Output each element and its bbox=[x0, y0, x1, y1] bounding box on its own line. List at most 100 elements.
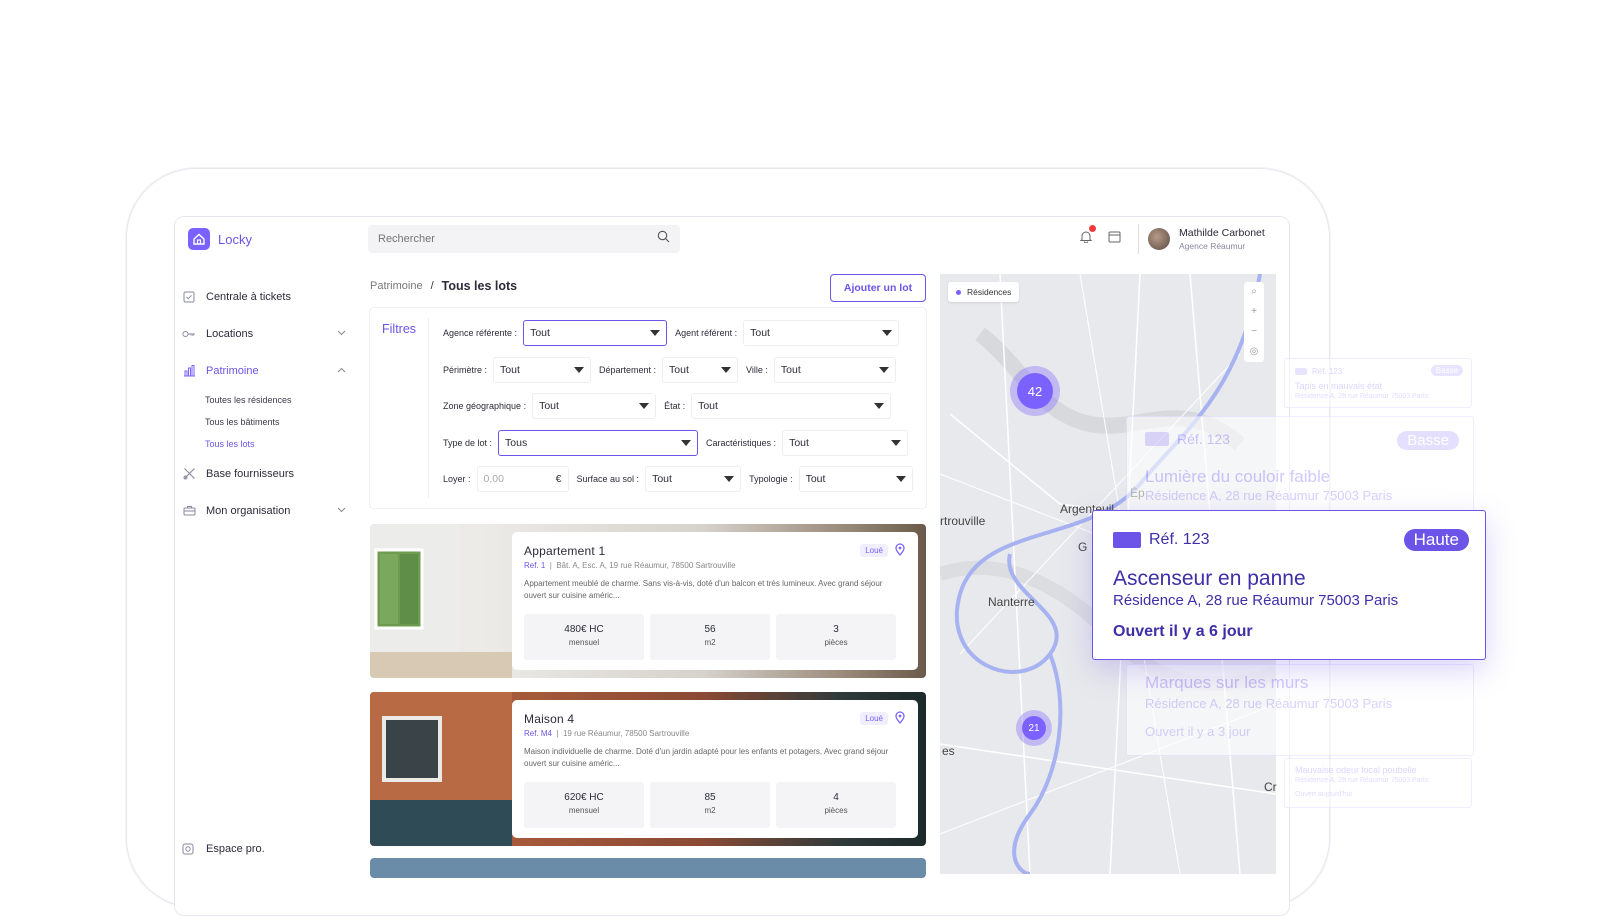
ville-value: Tout bbox=[780, 364, 801, 376]
typologie-value: Tout bbox=[805, 473, 826, 485]
lot-ref: Ref. 1 bbox=[524, 561, 546, 570]
etat-select[interactable]: Tout bbox=[691, 393, 892, 419]
surface-value: 56 bbox=[704, 624, 716, 635]
carac-value: Tout bbox=[789, 437, 809, 449]
submenu-lots[interactable]: Tous les lots bbox=[205, 433, 352, 455]
filter-row-5: Loyer : 0,00 € Surface au sol : Tout Typo… bbox=[443, 466, 921, 492]
bell-icon[interactable] bbox=[1079, 225, 1096, 248]
filter-row-3: Zone géographique : Tout État : Tout bbox=[443, 393, 899, 419]
filters-panel: Filtres Agence référente : Tout Agent ré… bbox=[370, 308, 926, 508]
map-label: Nanterre bbox=[988, 595, 1035, 609]
map-search-icon[interactable]: ⌕ bbox=[1251, 282, 1257, 302]
sidebar-item-organisation[interactable]: Mon organisation bbox=[182, 492, 352, 529]
sidebar-item-patrimoine[interactable]: Patrimoine bbox=[182, 352, 352, 389]
caret-down-icon bbox=[724, 476, 735, 482]
surface-unit: m2 bbox=[704, 806, 716, 815]
app-logo[interactable]: Locky bbox=[188, 228, 252, 250]
tools-icon bbox=[182, 467, 196, 481]
agence-select[interactable]: Tout bbox=[523, 320, 668, 346]
caret-down-icon bbox=[878, 367, 889, 373]
lot-card-partial bbox=[370, 858, 926, 878]
surface-select[interactable]: Tout bbox=[645, 466, 742, 492]
ticket-address: Résidence A, 28 rue Réaumur 75003 Paris bbox=[1145, 488, 1393, 503]
locate-icon[interactable]: ◎ bbox=[1250, 342, 1259, 362]
zone-select[interactable]: Tout bbox=[532, 393, 657, 419]
ticket-card-active[interactable]: Réf. 123 Haute Ascenseur en panne Réside… bbox=[1092, 510, 1486, 660]
filter-row-2: Périmètre : Tout Département : Tout Vill… bbox=[443, 357, 904, 383]
ticket-card[interactable]: Marques sur les murs Résidence A, 28 rue… bbox=[1126, 664, 1474, 756]
map-chip-label: Résidences bbox=[967, 287, 1012, 297]
map-cluster[interactable]: 42 bbox=[1010, 366, 1060, 416]
search-icon[interactable] bbox=[657, 230, 670, 248]
espace-pro-link[interactable]: Espace pro. bbox=[182, 843, 265, 855]
residence-dot-icon bbox=[956, 289, 961, 295]
calendar-icon[interactable] bbox=[1108, 230, 1121, 248]
rent-stat: 620€ HC mensuel bbox=[524, 782, 644, 828]
map-pin-icon[interactable] bbox=[895, 711, 905, 729]
rent-value: 620€ HC bbox=[564, 792, 604, 803]
lot-description: Maison individuelle de charme. Doté d'un… bbox=[524, 747, 889, 768]
ville-select[interactable]: Tout bbox=[773, 357, 896, 383]
ticket-title: Ascenseur en panne bbox=[1113, 567, 1306, 590]
submenu-batiments[interactable]: Tous les bâtiments bbox=[205, 411, 352, 433]
cluster-count: 21 bbox=[1022, 716, 1046, 740]
etat-value: Tout bbox=[698, 400, 718, 412]
lot-info-panel: Maison 4 Ref. M4 | 19 rue Réaumur, 78500… bbox=[512, 700, 918, 838]
agent-label: Agent référent : bbox=[675, 328, 738, 338]
carac-select[interactable]: Tout bbox=[782, 430, 909, 456]
lot-card[interactable]: Appartement 1 Ref. 1 | Bât. A, Esc. A, 1… bbox=[370, 524, 926, 678]
briefcase-icon bbox=[182, 504, 196, 518]
zoom-in-button[interactable]: + bbox=[1251, 302, 1257, 322]
chevron-down-icon[interactable] bbox=[337, 327, 346, 339]
page-title: Tous les lots bbox=[441, 279, 518, 293]
chevron-up-icon[interactable] bbox=[337, 364, 346, 376]
breadcrumb-parent[interactable]: Patrimoine bbox=[370, 280, 423, 292]
sidebar-item-label: Locations bbox=[206, 327, 254, 340]
sidebar-item-fournisseurs[interactable]: Base fournisseurs bbox=[182, 455, 352, 492]
map-pin-icon[interactable] bbox=[895, 543, 905, 561]
notification-dot bbox=[1089, 225, 1096, 232]
sidebar-item-locations[interactable]: Locations bbox=[182, 315, 352, 352]
caret-down-icon bbox=[721, 367, 732, 373]
search-input[interactable] bbox=[378, 233, 618, 245]
typologie-select[interactable]: Tout bbox=[798, 466, 913, 492]
zoom-out-button[interactable]: − bbox=[1251, 322, 1257, 342]
agence-value: Tout bbox=[530, 327, 550, 339]
search-bar[interactable] bbox=[368, 225, 680, 253]
espace-pro-label: Espace pro. bbox=[206, 843, 265, 855]
user-profile[interactable]: Mathilde Carbonet Agence Réaumur bbox=[1138, 224, 1265, 254]
ticket-icon bbox=[1295, 368, 1307, 375]
lot-ref-line: Ref. 1 | Bât. A, Esc. A, 19 rue Réaumur,… bbox=[524, 561, 736, 570]
loyer-input[interactable]: 0,00 € bbox=[476, 466, 569, 492]
ticket-card[interactable]: Réf. 123 Basse Tapis en mauvais état Rés… bbox=[1284, 358, 1472, 408]
chevron-down-icon[interactable] bbox=[337, 504, 346, 516]
rent-stat: 480€ HC mensuel bbox=[524, 614, 644, 660]
ticket-title: Lumière du couloir faible bbox=[1145, 467, 1331, 486]
type-select[interactable]: Tous bbox=[498, 430, 699, 456]
map-layer-chip[interactable]: Résidences bbox=[948, 282, 1020, 302]
add-lot-button[interactable]: Ajouter un lot bbox=[830, 274, 926, 302]
sidebar-item-label: Patrimoine bbox=[206, 364, 259, 377]
agent-select[interactable]: Tout bbox=[743, 320, 900, 346]
lot-description: Appartement meublé de charme. Sans vis-à… bbox=[524, 579, 883, 600]
departement-select[interactable]: Tout bbox=[662, 357, 739, 383]
surface-value: 85 bbox=[704, 792, 716, 803]
ticket-card[interactable]: Mauvaise odeur local poubelle Résidence … bbox=[1284, 758, 1472, 808]
lot-stats: 480€ HC mensuel 56 m2 3 pièces bbox=[524, 614, 896, 660]
map-label: rtrouville bbox=[940, 514, 986, 528]
perimetre-select[interactable]: Tout bbox=[493, 357, 592, 383]
sidebar-item-centrale[interactable]: Centrale à tickets bbox=[182, 278, 352, 315]
ticket-card[interactable]: Réf. 123 Basse Lumière du couloir faible… bbox=[1126, 416, 1474, 516]
typologie-label: Typologie : bbox=[749, 474, 793, 484]
caret-down-icon bbox=[882, 330, 893, 336]
ticket-opened: Ouvert aujourd'hui bbox=[1295, 791, 1352, 798]
status-badge: Loué bbox=[860, 712, 888, 725]
caret-down-icon bbox=[891, 440, 902, 446]
map-cluster[interactable]: 21 bbox=[1016, 710, 1052, 746]
camera-icon bbox=[182, 843, 196, 855]
patrimoine-submenu: Toutes les résidences Tous les bâtiments… bbox=[182, 389, 352, 455]
lot-card[interactable]: Maison 4 Ref. M4 | 19 rue Réaumur, 78500… bbox=[370, 692, 926, 846]
submenu-residences[interactable]: Toutes les résidences bbox=[205, 389, 352, 411]
rooms-label: pièces bbox=[824, 638, 848, 647]
rent-label: mensuel bbox=[568, 638, 600, 647]
